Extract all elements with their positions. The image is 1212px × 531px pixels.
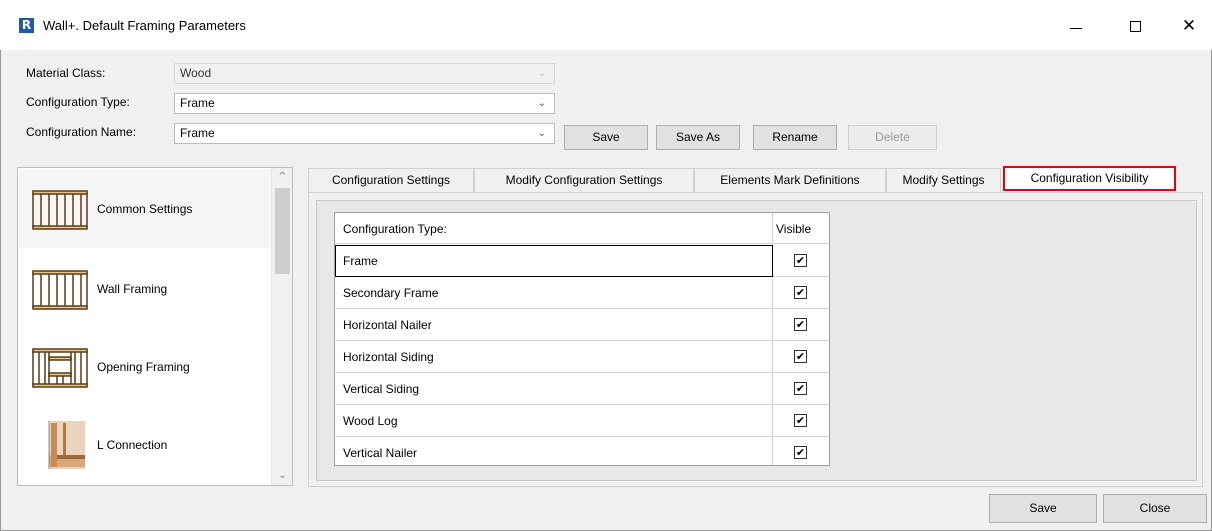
visibility-grid: Configuration Type: Visible Frame ✔ Seco… bbox=[334, 212, 830, 466]
delete-button[interactable]: Delete bbox=[848, 125, 937, 150]
revit-app-icon: R bbox=[19, 18, 34, 33]
visible-checkbox[interactable]: ✔ bbox=[794, 414, 807, 427]
grid-header: Configuration Type: Visible bbox=[335, 213, 829, 244]
chevron-down-icon: ⌄ bbox=[537, 68, 546, 79]
list-scrollbar[interactable]: ^ ⌄ bbox=[271, 168, 292, 485]
list-item-label: Common Settings bbox=[97, 201, 193, 216]
focused-cell bbox=[335, 245, 773, 277]
material-class-value: Wood bbox=[180, 66, 212, 80]
l-connection-icon bbox=[29, 415, 89, 475]
column-header-configuration-type[interactable]: Configuration Type: bbox=[343, 222, 447, 236]
visible-checkbox[interactable]: ✔ bbox=[794, 350, 807, 363]
window-title: Wall+. Default Framing Parameters bbox=[43, 18, 246, 33]
column-header-visible[interactable]: Visible bbox=[776, 222, 811, 236]
configuration-type-value: Frame bbox=[180, 96, 215, 110]
list-item-common-settings[interactable]: Common Settings bbox=[19, 169, 274, 248]
table-row[interactable]: Vertical Nailer ✔ bbox=[335, 437, 829, 465]
visible-checkbox[interactable]: ✔ bbox=[794, 318, 807, 331]
row-name: Horizontal Nailer bbox=[343, 318, 432, 332]
table-row[interactable]: Frame ✔ bbox=[335, 245, 829, 277]
tab-inner-area: Configuration Type: Visible Frame ✔ Seco… bbox=[316, 200, 1197, 481]
row-name: Vertical Nailer bbox=[343, 446, 418, 460]
maximize-icon bbox=[1129, 20, 1141, 32]
footer-close-button[interactable]: Close bbox=[1103, 494, 1207, 523]
tab-configuration-settings[interactable]: Configuration Settings bbox=[308, 168, 474, 192]
wall-framing-icon bbox=[29, 259, 89, 319]
close-icon: ✕ bbox=[1181, 15, 1197, 36]
minimize-icon bbox=[1070, 27, 1082, 29]
table-row[interactable]: Wood Log ✔ bbox=[335, 405, 829, 437]
row-name: Frame bbox=[343, 254, 378, 268]
visible-checkbox[interactable]: ✔ bbox=[794, 254, 807, 267]
wall-framing-icon bbox=[29, 179, 89, 239]
scroll-down-icon[interactable]: ⌄ bbox=[272, 467, 293, 485]
list-item-label: Opening Framing bbox=[97, 359, 190, 374]
visible-checkbox[interactable]: ✔ bbox=[794, 446, 807, 459]
chevron-down-icon: ⌄ bbox=[537, 128, 546, 139]
configuration-type-label: Configuration Type: bbox=[26, 95, 130, 109]
row-name: Secondary Frame bbox=[343, 286, 439, 300]
row-name: Vertical Siding bbox=[343, 382, 420, 396]
tab-elements-mark-definitions[interactable]: Elements Mark Definitions bbox=[694, 168, 886, 192]
save-config-button[interactable]: Save bbox=[564, 125, 648, 150]
maximize-button[interactable] bbox=[1112, 10, 1158, 42]
opening-framing-icon bbox=[29, 337, 89, 397]
material-class-select[interactable]: Wood ⌄ bbox=[174, 63, 555, 84]
visible-checkbox[interactable]: ✔ bbox=[794, 382, 807, 395]
list-item-l-connection[interactable]: L Connection bbox=[19, 405, 274, 484]
configuration-name-select[interactable]: Frame ⌄ bbox=[174, 123, 555, 144]
table-row[interactable]: Vertical Siding ✔ bbox=[335, 373, 829, 405]
material-class-label: Material Class: bbox=[26, 66, 106, 80]
scroll-thumb[interactable] bbox=[275, 188, 290, 274]
configuration-name-label: Configuration Name: bbox=[26, 125, 137, 139]
settings-category-list: Common Settings Wall Framing Opening Fra… bbox=[17, 167, 293, 486]
scroll-up-icon[interactable]: ^ bbox=[272, 168, 293, 186]
row-name: Wood Log bbox=[343, 414, 398, 428]
configuration-name-value: Frame bbox=[180, 126, 215, 140]
row-name: Horizontal Siding bbox=[343, 350, 434, 364]
tab-modify-settings[interactable]: Modify Settings bbox=[886, 168, 1001, 192]
minimize-button[interactable] bbox=[1053, 10, 1099, 42]
list-item-label: L Connection bbox=[97, 437, 168, 452]
save-as-button[interactable]: Save As bbox=[656, 125, 740, 150]
table-row[interactable]: Secondary Frame ✔ bbox=[335, 277, 829, 309]
visible-checkbox[interactable]: ✔ bbox=[794, 286, 807, 299]
tab-panel-configuration-visibility: Configuration Type: Visible Frame ✔ Seco… bbox=[308, 192, 1203, 487]
configuration-type-select[interactable]: Frame ⌄ bbox=[174, 93, 555, 114]
tab-modify-configuration-settings[interactable]: Modify Configuration Settings bbox=[474, 168, 694, 192]
list-item-opening-framing[interactable]: Opening Framing bbox=[19, 327, 274, 406]
rename-button[interactable]: Rename bbox=[753, 125, 837, 150]
footer-save-button[interactable]: Save bbox=[989, 494, 1097, 523]
table-row[interactable]: Horizontal Siding ✔ bbox=[335, 341, 829, 373]
chevron-down-icon: ⌄ bbox=[537, 98, 546, 109]
close-window-button[interactable]: ✕ bbox=[1166, 10, 1212, 42]
table-row[interactable]: Horizontal Nailer ✔ bbox=[335, 309, 829, 341]
list-item-label: Wall Framing bbox=[97, 281, 168, 296]
tab-configuration-visibility[interactable]: Configuration Visibility bbox=[1003, 166, 1176, 191]
list-item-wall-framing[interactable]: Wall Framing bbox=[19, 249, 274, 328]
title-bar: R Wall+. Default Framing Parameters ✕ bbox=[0, 0, 1212, 50]
